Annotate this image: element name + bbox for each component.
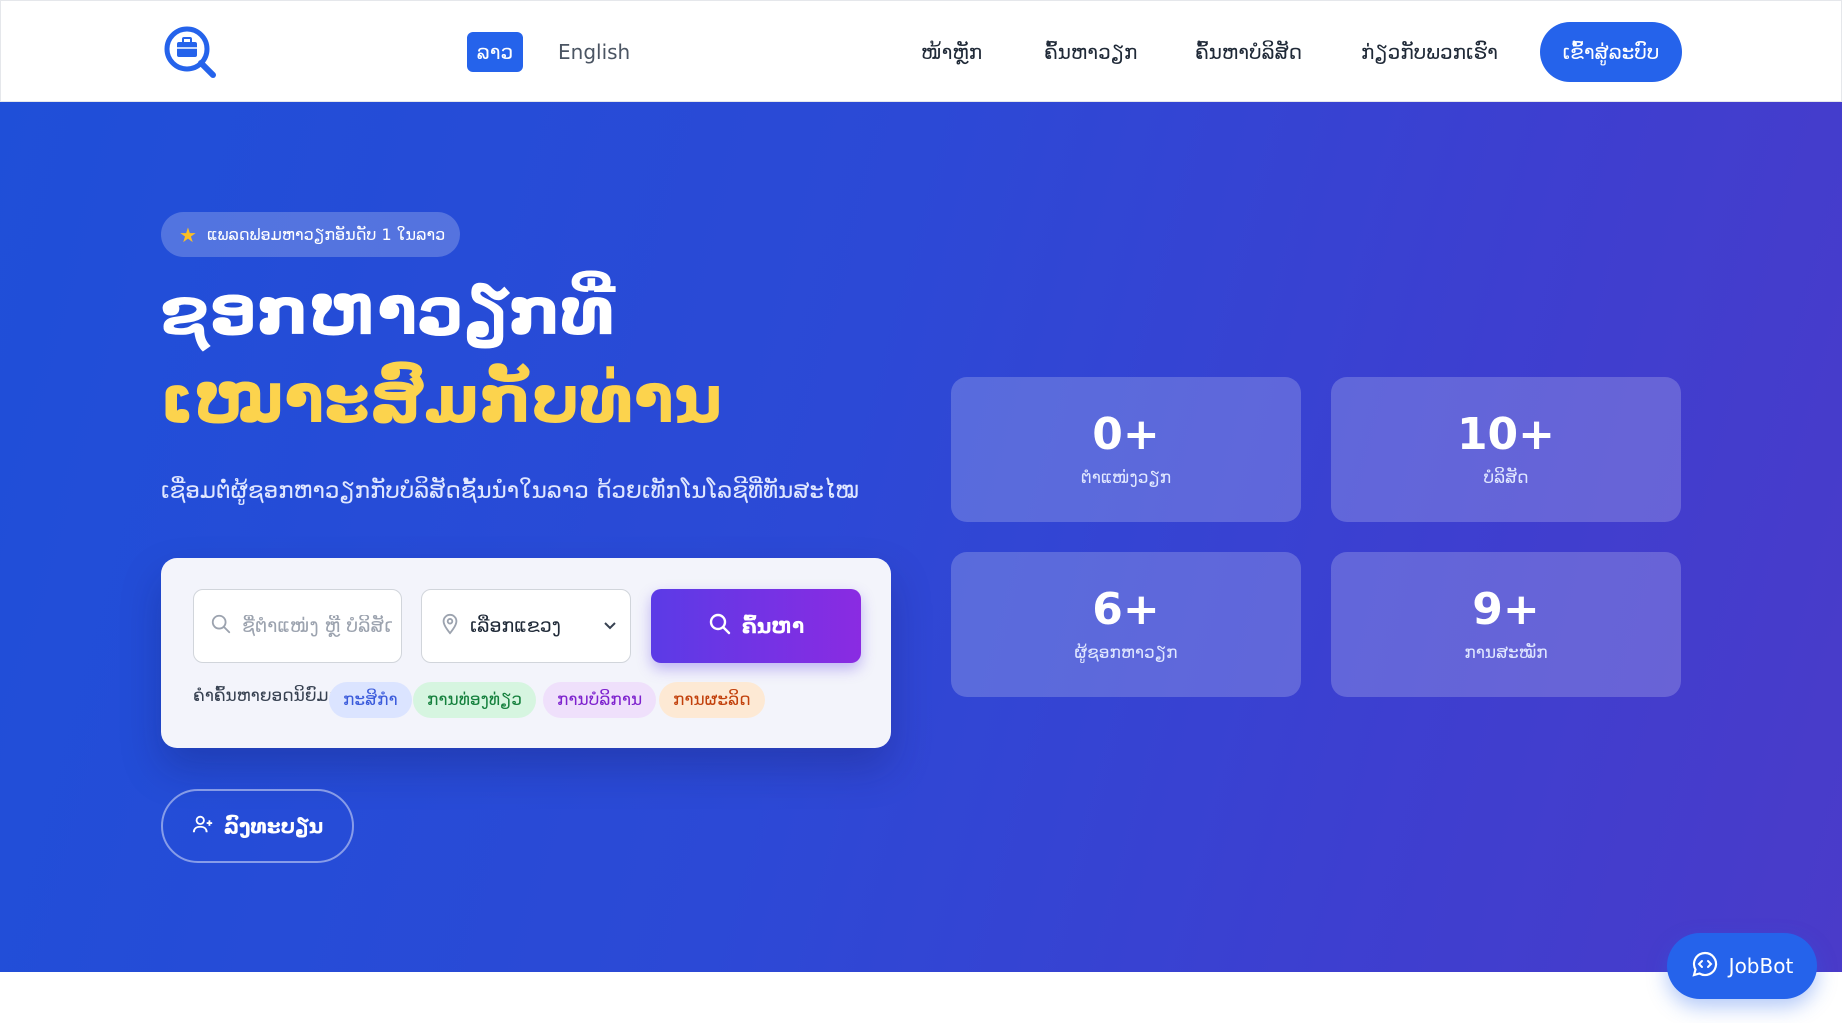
stat-value: 0+: [1092, 409, 1160, 461]
hero-subtitle: ເຊື່ອມຕໍ່ຜູ້ຊອກຫາວຽກກັບບໍລິສັດຊັ້ນນຳໃນລາ…: [161, 478, 859, 504]
star-icon: ★: [179, 222, 197, 247]
stat-label: ຜູ້ຊອກຫາວຽກ: [1074, 642, 1178, 663]
stat-value: 9+: [1472, 584, 1540, 636]
user-plus-icon: [192, 813, 214, 840]
top-navbar: ລາວ English ໜ້າຫຼັກ ຄົ້ນຫາວຽກ ຄົ້ນຫາບໍລິ…: [0, 0, 1842, 102]
stat-label: ການສະໝັກ: [1464, 642, 1548, 663]
search-icon: [708, 612, 732, 641]
keyword-search-input[interactable]: [242, 615, 392, 637]
stat-card-jobs: 0+ ຕຳແໜ່ງວຽກ: [951, 377, 1301, 522]
search-button-label: ຄົ້ນຫາ: [741, 614, 805, 638]
register-button[interactable]: ລົງທະບຽນ: [161, 789, 354, 863]
search-button[interactable]: ຄົ້ນຫາ: [651, 589, 861, 663]
language-english-button[interactable]: English: [558, 32, 630, 72]
badge-text: ແພລດຟອມຫາວຽກອັນດັບ 1 ໃນລາວ: [206, 225, 446, 244]
language-lao-button[interactable]: ລາວ: [467, 32, 523, 72]
popular-tag-tourism[interactable]: ການທ່ອງທ່ຽວ: [413, 682, 537, 718]
map-pin-icon: [440, 613, 460, 640]
hero-title-line-1: ຊອກຫາວຽກທີ່: [160, 273, 615, 350]
stat-label: ຕຳແໜ່ງວຽກ: [1080, 467, 1172, 488]
popular-tag-manufacturing[interactable]: ການຜະລິດ: [659, 682, 765, 718]
nav-find-companies-link[interactable]: ຄົ້ນຫາບໍລິສັດ: [1195, 32, 1302, 72]
hero-title-line-2: ເໝາະສົມກັບທ່ານ: [160, 361, 723, 438]
nav-find-jobs-link[interactable]: ຄົ້ນຫາວຽກ: [1044, 32, 1137, 72]
popular-searches-label: ຄຳຄົ້ນຫາຍອດນິຍົມ:: [193, 686, 335, 706]
search-icon: [210, 613, 232, 639]
jobbot-chat-button[interactable]: JobBot: [1667, 933, 1817, 999]
popular-tag-service[interactable]: ການບໍລິການ: [543, 682, 657, 718]
popular-tag-agriculture[interactable]: ກະສິກຳ: [329, 682, 412, 718]
register-button-label: ລົງທະບຽນ: [223, 814, 324, 838]
stat-card-companies: 10+ ບໍລິສັດ: [1331, 377, 1681, 522]
top-platform-badge: ★ ແພລດຟອມຫາວຽກອັນດັບ 1 ໃນລາວ: [161, 212, 460, 257]
stat-value: 6+: [1092, 584, 1160, 636]
stat-card-applications: 9+ ການສະໝັກ: [1331, 552, 1681, 697]
chevron-down-icon: [604, 618, 616, 634]
province-select[interactable]: ເລືອກແຂວງ: [421, 589, 631, 663]
jobbot-label: JobBot: [1728, 954, 1794, 978]
job-search-card: ເລືອກແຂວງ ຄົ້ນຫາ ຄຳຄົ້ນຫາຍອດນິຍົມ: ກະສິກ…: [161, 558, 891, 748]
stat-value: 10+: [1456, 409, 1556, 461]
province-selected-value: ເລືອກແຂວງ: [470, 615, 561, 637]
briefcase-search-icon[interactable]: [163, 25, 219, 81]
stat-card-job-seekers: 6+ ຜູ້ຊອກຫາວຽກ: [951, 552, 1301, 697]
stat-label: ບໍລິສັດ: [1483, 467, 1529, 488]
login-button[interactable]: ເຂົ້າສູ່ລະບົບ: [1540, 22, 1682, 82]
keyword-search-field[interactable]: [193, 589, 402, 663]
nav-about-link[interactable]: ກ່ຽວກັບພວກເຮົາ: [1361, 32, 1498, 72]
nav-home-link[interactable]: ໜ້າຫຼັກ: [921, 32, 982, 72]
chat-bubble-icon: [1691, 950, 1719, 983]
